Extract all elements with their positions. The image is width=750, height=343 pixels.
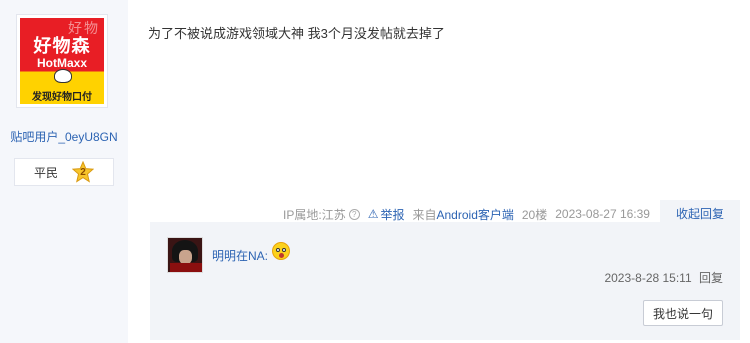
reply-time: 2023-8-28 15:11: [604, 271, 692, 285]
report-label: 举报: [380, 207, 405, 222]
author-username[interactable]: 贴吧用户_0eyU8GN: [0, 128, 128, 145]
source-app-link[interactable]: Android客户端: [437, 206, 514, 223]
reply-item: 明明在NA:: [212, 242, 291, 264]
rank-label: 平民: [33, 165, 58, 180]
report-link[interactable]: ⚠ 举报: [368, 206, 405, 223]
reply-username[interactable]: 明明在NA:: [212, 247, 268, 264]
avatar-robe: [170, 263, 202, 272]
surprised-face-emoji: [272, 242, 291, 260]
post-source: 来自 Android客户端: [412, 206, 513, 223]
post-timestamp: 2023-08-27 16:39: [555, 207, 650, 221]
reply-link[interactable]: 回复: [699, 271, 723, 285]
author-sidebar: 好物 好物森 HotMaxx 发现好物口付 贴吧用户_0eyU8GN 平民 2: [0, 0, 128, 343]
avatar-slogan: 发现好物口付: [32, 92, 92, 103]
question-circle-icon[interactable]: ?: [348, 208, 360, 220]
avatar-mascot-icon: [54, 69, 72, 83]
ip-location-text: IP属地:江苏: [283, 207, 346, 222]
ip-location: IP属地:江苏 ?: [283, 206, 360, 223]
warning-triangle-icon: ⚠: [367, 207, 379, 221]
avatar-logo-cn: 好物森: [33, 36, 91, 56]
avatar-face: [179, 250, 192, 264]
author-avatar[interactable]: 好物 好物森 HotMaxx 发现好物口付: [16, 14, 108, 108]
author-rank-badge[interactable]: 平民 2: [14, 158, 114, 186]
reply-meta: 2023-8-28 15:11 回复: [604, 269, 723, 286]
rank-level: 2: [80, 166, 86, 178]
author-avatar-image: 好物 好物森 HotMaxx 发现好物口付: [20, 18, 104, 104]
add-reply-button[interactable]: 我也说一句: [643, 300, 723, 326]
floor-number: 20楼: [521, 207, 548, 222]
post-content: 为了不被说成游戏领域大神 我3个月没发帖就去掉了: [148, 26, 445, 41]
star-badge-icon: 2: [72, 161, 94, 183]
reply-list: 明明在NA: 2023-8-28 15:11 回复 我也说一句: [150, 222, 740, 340]
reply-avatar[interactable]: [167, 237, 203, 273]
source-prefix: 来自: [412, 207, 437, 222]
avatar-logo-en: HotMaxx: [36, 56, 87, 70]
